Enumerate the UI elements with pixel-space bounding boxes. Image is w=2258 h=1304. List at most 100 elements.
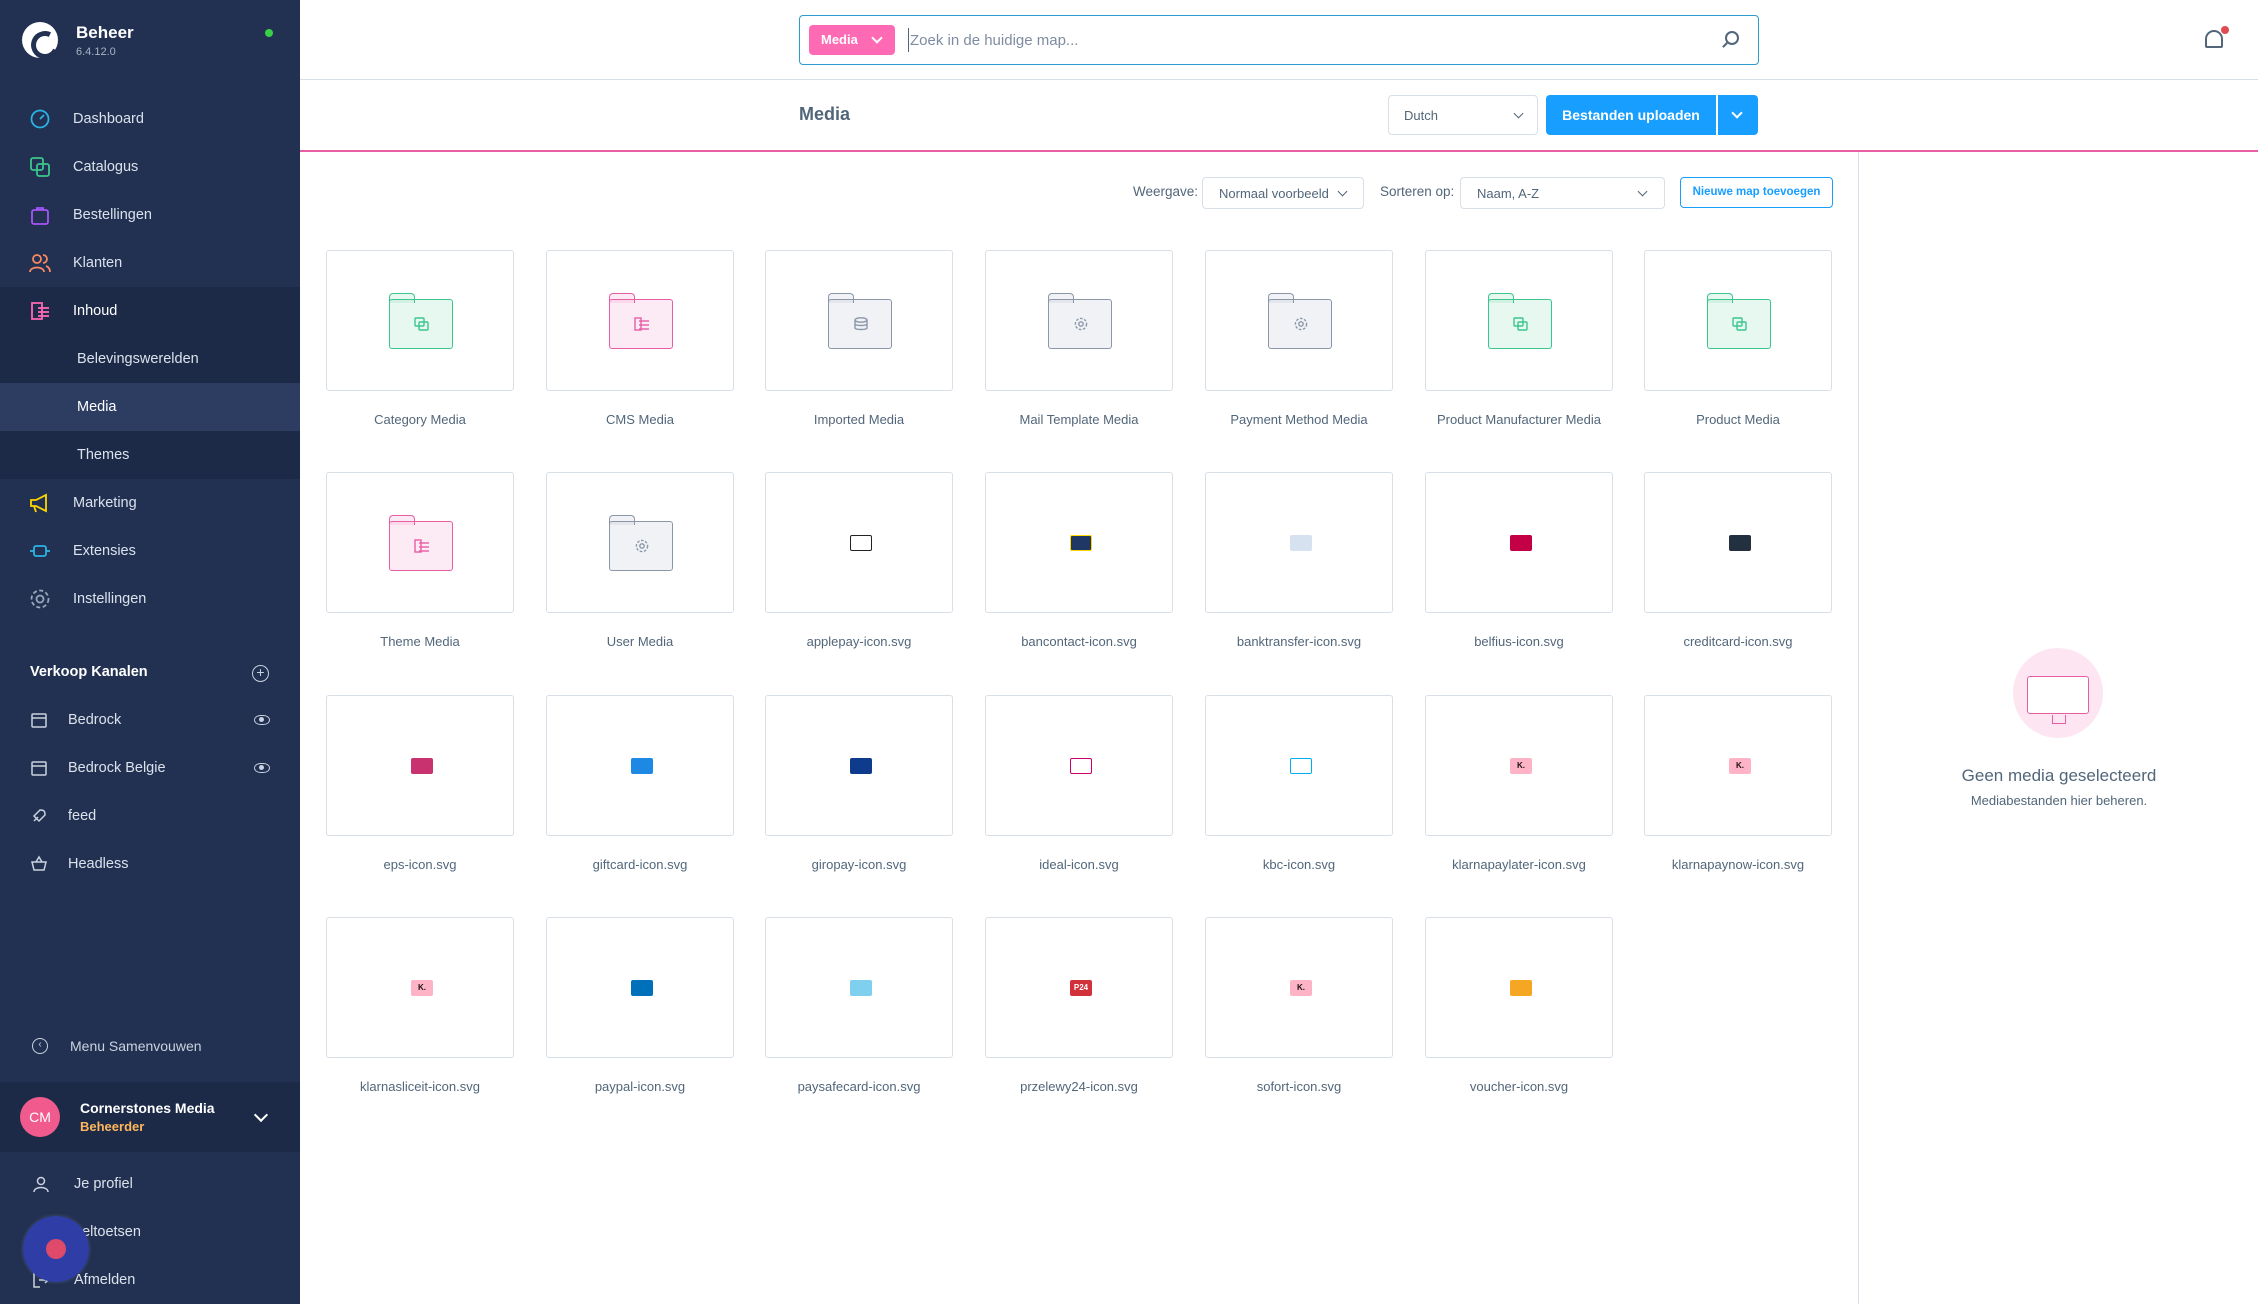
nav-sub-themes[interactable]: Themes [0,431,300,479]
upload-files-button[interactable]: Bestanden uploaden [1546,95,1716,135]
media-file-tile[interactable]: K. [1644,695,1832,836]
media-folder-tile[interactable] [985,250,1173,391]
megaphone-icon [30,493,47,513]
nav-item-label: Extensies [73,543,136,559]
media-item-name[interactable]: Payment Method Media [1189,412,1409,427]
nav-item-dashboard[interactable]: Dashboard [0,95,300,143]
media-item-name[interactable]: klarnapaylater-icon.svg [1409,857,1629,872]
media-file-tile[interactable] [765,695,953,836]
nav-item-bestellingen[interactable]: Bestellingen [0,191,300,239]
media-item-name[interactable]: Product Manufacturer Media [1409,412,1629,427]
media-file-tile[interactable] [546,695,734,836]
media-file-tile[interactable] [1205,695,1393,836]
media-folder-tile[interactable] [765,250,953,391]
media-item-name[interactable]: belfius-icon.svg [1409,634,1629,649]
sales-channel-item[interactable]: Headless [0,840,300,888]
nav-item-klanten[interactable]: Klanten [0,239,300,287]
folder-icon [1048,293,1112,349]
nav-item-label: Bestellingen [73,207,152,223]
media-item-name[interactable]: Mail Template Media [969,412,1189,427]
nav-item-marketing[interactable]: Marketing [0,479,300,527]
view-select[interactable]: Normaal voorbeeld [1202,177,1364,209]
nav-sub-media[interactable]: Media [0,383,300,431]
media-file-tile[interactable] [1425,917,1613,1058]
search-input[interactable] [908,28,1668,52]
media-item-name[interactable]: paysafecard-icon.svg [749,1079,969,1094]
record-button[interactable] [23,1216,89,1282]
media-file-tile[interactable] [1644,472,1832,613]
media-item-name[interactable]: banktransfer-icon.svg [1189,634,1409,649]
media-item-name[interactable]: Imported Media [749,412,969,427]
media-item-name[interactable]: giropay-icon.svg [749,857,969,872]
folder-icon [1268,293,1332,349]
new-folder-button[interactable]: Nieuwe map toevoegen [1680,177,1833,208]
media-item-name[interactable]: klarnasliceit-icon.svg [310,1079,530,1094]
folder-icon [389,515,453,571]
collapse-menu-button[interactable]: ‹ Menu Samenvouwen [0,1022,300,1070]
file-thumbnail-icon [1510,535,1532,551]
nav-item-extensies[interactable]: Extensies [0,527,300,575]
storefront-icon [31,761,47,776]
profile-link[interactable]: Je profiel [0,1160,300,1208]
media-item-name[interactable]: applepay-icon.svg [749,634,969,649]
media-file-tile[interactable] [1425,472,1613,613]
nav-item-catalogus[interactable]: Catalogus [0,143,300,191]
sales-channel-item[interactable]: feed [0,792,300,840]
media-file-tile[interactable]: K. [1425,695,1613,836]
media-folder-tile[interactable] [326,472,514,613]
media-file-tile[interactable] [765,917,953,1058]
media-item-name[interactable]: Category Media [310,412,530,427]
sales-channel-item[interactable]: Bedrock Belgie [0,744,300,792]
media-item-name[interactable]: klarnapaynow-icon.svg [1628,857,1848,872]
language-select[interactable]: Dutch [1388,95,1538,135]
user-menu[interactable]: CM Cornerstones Media Beheerder [0,1082,300,1152]
media-file-tile[interactable] [546,917,734,1058]
media-file-tile[interactable] [985,695,1173,836]
media-item-name[interactable]: giftcard-icon.svg [530,857,750,872]
media-file-tile[interactable] [1205,472,1393,613]
media-item-name[interactable]: przelewy24-icon.svg [969,1079,1189,1094]
search-icon[interactable] [1725,31,1739,45]
media-item-name[interactable]: voucher-icon.svg [1409,1079,1629,1094]
upload-options-button[interactable] [1718,95,1758,135]
media-file-tile[interactable] [326,695,514,836]
media-item-name[interactable]: Theme Media [310,634,530,649]
media-file-tile[interactable]: K. [1205,917,1393,1058]
chevron-down-icon[interactable] [253,1107,269,1123]
media-item-name[interactable]: User Media [530,634,750,649]
sales-channel-item[interactable]: Bedrock [0,696,300,744]
folder-icon [828,293,892,349]
media-item-name[interactable]: eps-icon.svg [310,857,530,872]
media-item-name[interactable]: creditcard-icon.svg [1628,634,1848,649]
media-folder-tile[interactable] [1644,250,1832,391]
media-item-name[interactable]: ideal-icon.svg [969,857,1189,872]
nav-item-label: Inhoud [73,303,118,319]
media-file-tile[interactable]: P24 [985,917,1173,1058]
media-file-tile[interactable] [985,472,1173,613]
brand[interactable]: Beheer 6.4.12.0 [22,22,134,58]
add-sales-channel-icon[interactable]: + [252,665,269,682]
media-item-name[interactable]: sofort-icon.svg [1189,1079,1409,1094]
nav-sub-belevingswerelden[interactable]: Belevingswerelden [0,335,300,383]
media-item-name[interactable]: kbc-icon.svg [1189,857,1409,872]
search-type-chip[interactable]: Media [809,25,895,55]
nav-item-inhoud[interactable]: Inhoud [0,287,300,335]
media-item-name[interactable]: Product Media [1628,412,1848,427]
bell-icon[interactable] [2205,30,2223,48]
nav-item-instellingen[interactable]: Instellingen [0,575,300,623]
media-item-name[interactable]: bancontact-icon.svg [969,634,1189,649]
media-item-name[interactable]: CMS Media [530,412,750,427]
eye-icon[interactable] [254,715,270,725]
sort-select[interactable]: Naam, A-Z [1460,177,1665,209]
media-folder-tile[interactable] [1205,250,1393,391]
media-folder-tile[interactable] [1425,250,1613,391]
view-label: Weergave: [1133,184,1199,199]
media-folder-tile[interactable] [326,250,514,391]
media-folder-tile[interactable] [546,250,734,391]
media-file-tile[interactable]: K. [326,917,514,1058]
media-folder-tile[interactable] [546,472,734,613]
media-file-tile[interactable] [765,472,953,613]
content-icon [31,302,49,320]
media-item-name[interactable]: paypal-icon.svg [530,1079,750,1094]
eye-icon[interactable] [254,763,270,773]
